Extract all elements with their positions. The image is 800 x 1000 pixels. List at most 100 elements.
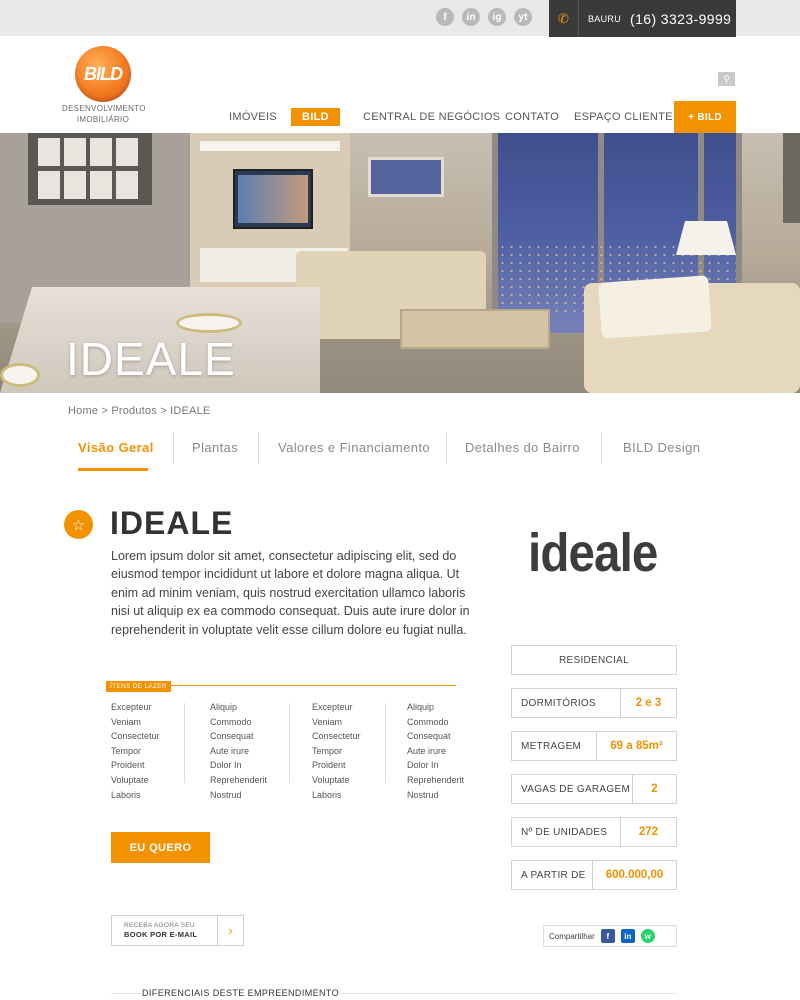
share-bar: Compartilhar f in w [543, 925, 677, 947]
facebook-icon[interactable]: f [436, 8, 454, 26]
list-item: Veniam [111, 716, 142, 727]
logo-line-1: DESENVOLVIMENTO [62, 104, 146, 113]
spec-label: Nº DE UNIDADES [521, 826, 608, 838]
email-box-line-2: BOOK POR E-MAIL [124, 930, 198, 939]
diferenciais-title: DIFERENCIAIS DESTE EMPREENDIMENTO [142, 988, 340, 998]
spec-tipo: RESIDENCIAL [511, 645, 677, 675]
list-item: Aute irure [210, 745, 250, 756]
list-item: Proident [312, 760, 346, 771]
list-item: Tempor [111, 745, 142, 756]
breadcrumb-home[interactable]: Home [68, 405, 98, 417]
itens-de-lazer-tag: ÍTENS DE LAZER [106, 681, 171, 692]
list-item: Aute irure [407, 745, 447, 756]
instagram-icon[interactable]: ig [488, 8, 506, 26]
product-description: Lorem ipsum dolor sit amet, consectetur … [111, 549, 470, 637]
list-item: Dolor In [210, 760, 242, 771]
nav-espaco-cliente[interactable]: ESPAÇO CLIENTE [574, 108, 673, 126]
list-item: Consequat [407, 731, 451, 742]
nav-central-de-negocios[interactable]: CENTRAL DE NEGÓCIOS [363, 108, 500, 126]
lazer-column-3: Excepteur Veniam Consectetur Tempor Proi… [312, 700, 361, 802]
spec-vagas: VAGAS DE GARAGEM 2 [511, 774, 677, 804]
plus-bild-button[interactable]: + BILD [674, 101, 736, 133]
tab-plantas[interactable]: Plantas [192, 432, 238, 464]
share-label: Compartilhar [549, 931, 595, 941]
phone-icon: ✆ [549, 0, 579, 37]
book-por-email-button[interactable]: RECEBA AGORA SEU BOOK POR E-MAIL › [111, 915, 244, 946]
phone-contact[interactable]: ✆ BAURU (16) 3323-9999 [549, 0, 736, 37]
whatsapp-share-icon[interactable]: w [640, 929, 655, 943]
logo-mark: BILD [75, 46, 131, 102]
product-title: IDEALE [110, 505, 234, 541]
list-item: Veniam [312, 716, 343, 727]
spec-metragem: METRAGEM 69 a 85m² [511, 731, 677, 761]
list-item: Excepteur [312, 702, 353, 712]
linkedin-icon[interactable]: in [462, 8, 480, 26]
logo-line-2: IMOBILIÁRIO [76, 115, 130, 124]
spec-value: 600.000,00 [592, 861, 676, 889]
nav-imoveis[interactable]: IMÓVEIS [229, 108, 277, 126]
wall-art [28, 133, 152, 205]
list-item: Voluptate [312, 774, 350, 785]
search-icon[interactable]: ⚲ [718, 72, 735, 86]
list-item: Commodo [210, 716, 252, 727]
spec-unidades: Nº DE UNIDADES 272 [511, 817, 677, 847]
spec-tipo-value: RESIDENCIAL [559, 654, 629, 666]
phone-city: BAURU [588, 13, 622, 24]
list-item: Aliquip [210, 702, 238, 712]
list-item: Aliquip [407, 702, 435, 712]
breadcrumb: Home > Produtos > IDEALE [68, 405, 211, 417]
social-links: f in ig yt [436, 8, 532, 26]
lamp [676, 221, 736, 255]
list-item: Laboris [312, 789, 342, 800]
chevron-right-icon: › [217, 916, 243, 945]
email-box-line-1: RECEBA AGORA SEU [124, 922, 195, 929]
spec-label: VAGAS DE GARAGEM [521, 783, 631, 795]
breadcrumb-produtos[interactable]: Produtos [111, 405, 157, 417]
list-item: Proident [111, 760, 145, 771]
spec-value: 2 e 3 [620, 689, 676, 717]
list-item: Reprehenderit [407, 774, 465, 785]
list-item: Laboris [111, 789, 141, 800]
eu-quero-button[interactable]: EU QUERO [111, 832, 210, 863]
linkedin-share-icon[interactable]: in [620, 929, 635, 943]
list-item: Dolor In [407, 760, 439, 771]
list-item: Consectetur [111, 731, 160, 742]
youtube-icon[interactable]: yt [514, 8, 532, 26]
lazer-column-1: Excepteur Veniam Consectetur Tempor Proi… [111, 700, 160, 802]
list-item: Consectetur [312, 731, 361, 742]
tab-bild-design[interactable]: BILD Design [623, 432, 700, 464]
lazer-column-4: Aliquip Commodo Consequat Aute irure Dol… [407, 700, 464, 802]
tab-detalhes-bairro[interactable]: Detalhes do Bairro [465, 432, 580, 464]
tab-valores-financiamento[interactable]: Valores e Financiamento [278, 432, 430, 464]
spec-label: A PARTIR DE [521, 869, 586, 881]
lazer-column-2: Aliquip Commodo Consequat Aute irure Dol… [210, 700, 267, 802]
list-item: Commodo [407, 716, 449, 727]
spec-dormitorios: DORMITÓRIOS 2 e 3 [511, 688, 677, 718]
phone-number: (16) 3323-9999 [630, 10, 732, 27]
spec-label: METRAGEM [521, 740, 582, 752]
spec-preco: A PARTIR DE 600.000,00 [511, 860, 677, 890]
top-bar: f in ig yt ✆ BAURU (16) 3323-9999 [0, 0, 800, 37]
list-item: Reprehenderit [210, 774, 268, 785]
spec-value: 272 [620, 818, 676, 846]
list-item: Nostrud [210, 789, 242, 800]
bild-logo[interactable]: BILD DESENVOLVIMENTO IMOBILIÁRIO [62, 46, 146, 124]
list-item: Excepteur [111, 702, 152, 712]
breadcrumb-current: IDEALE [170, 405, 211, 417]
nav-bild[interactable]: BILD [291, 108, 340, 126]
list-item: Voluptate [111, 774, 149, 785]
active-tab-indicator [78, 468, 148, 471]
facebook-share-icon[interactable]: f [600, 929, 615, 943]
hero-title: IDEALE [66, 333, 236, 385]
nav-contato[interactable]: CONTATO [505, 108, 559, 126]
spec-value: 69 a 85m² [596, 732, 676, 760]
list-item: Tempor [312, 745, 343, 756]
spec-value: 2 [632, 775, 676, 803]
list-item: Nostrud [407, 789, 439, 800]
spec-label: DORMITÓRIOS [521, 697, 596, 709]
list-item: Consequat [210, 731, 254, 742]
star-icon: ☆ [64, 510, 93, 539]
tab-visao-geral[interactable]: Visão Geral [78, 432, 154, 464]
ideale-brand-logo: ideale [528, 523, 658, 583]
product-tabs: Visão Geral Plantas Valores e Financiame… [60, 432, 740, 472]
